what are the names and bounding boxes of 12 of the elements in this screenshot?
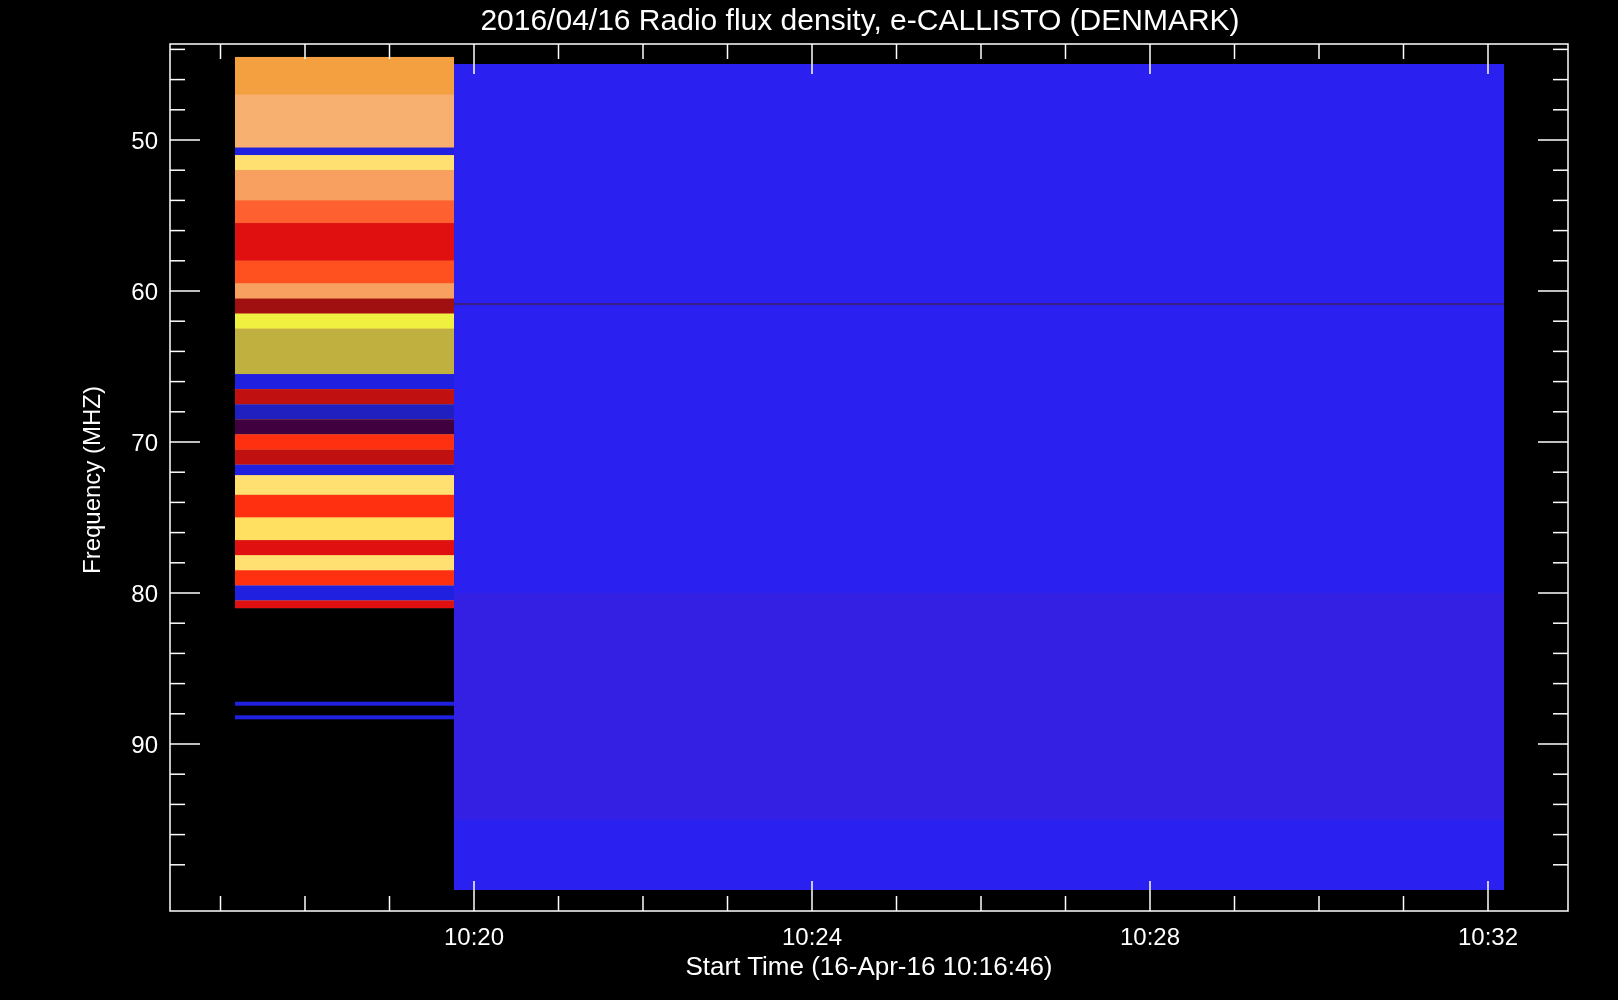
y-tick-label: 70 [131,429,158,456]
x-tick-label: 10:28 [1119,923,1181,950]
y-axis-label: Frequency (MHZ) [78,386,105,574]
y-tick-label: 60 [131,278,158,305]
y-tick-label: 50 [131,127,158,154]
chart-title: 2016/04/16 Radio flux density, e-CALLISTO (DENMARK) [480,3,1240,36]
y-tick-label: 80 [131,580,158,607]
y-tick-label: 90 [131,731,158,758]
x-axis-label: Start Time (16-Apr-16 10:16:46) [685,951,1053,981]
x-tick-label: 10:20 [443,923,505,950]
x-tick-label: 10:32 [1457,923,1519,950]
x-tick-label: 10:24 [781,923,843,950]
